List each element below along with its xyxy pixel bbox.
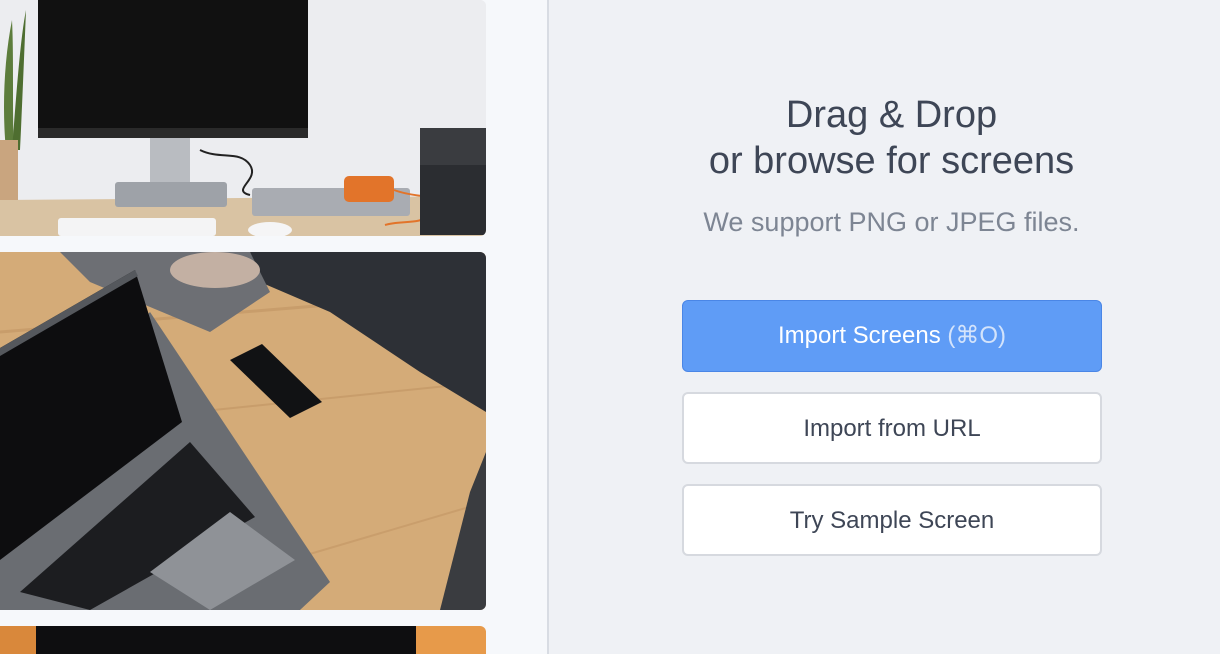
gallery-image-laptop[interactable] [0, 252, 486, 610]
import-from-url-button[interactable]: Import from URL [682, 392, 1102, 464]
sample-gallery [0, 0, 549, 654]
title-line-2: or browse for screens [708, 140, 1075, 182]
title-line-1: Drag & Drop [785, 94, 998, 136]
import-screen: Drag & Drop or browse for screens We sup… [0, 0, 1220, 654]
try-sample-screen-label: Try Sample Screen [789, 507, 995, 534]
import-from-url-label: Import from URL [803, 415, 981, 442]
keyboard-shortcut-hint: (⌘O) [947, 322, 1007, 349]
partial-photo [0, 626, 486, 654]
drop-zone[interactable]: Drag & Drop or browse for screens We sup… [549, 0, 1220, 654]
import-screens-label: Import Screens [777, 322, 941, 349]
gallery-image-monitor[interactable] [0, 0, 486, 236]
try-sample-screen-button[interactable]: Try Sample Screen [682, 484, 1102, 556]
supported-formats-text: We support PNG or JPEG files. [703, 207, 1080, 237]
laptop-photo [0, 252, 486, 610]
import-screens-button[interactable]: Import Screens (⌘O) [682, 300, 1102, 372]
monitor-photo [0, 0, 486, 236]
gallery-image-partial[interactable] [0, 626, 486, 654]
drop-zone-title: Drag & Drop or browse for screens [549, 92, 1220, 184]
